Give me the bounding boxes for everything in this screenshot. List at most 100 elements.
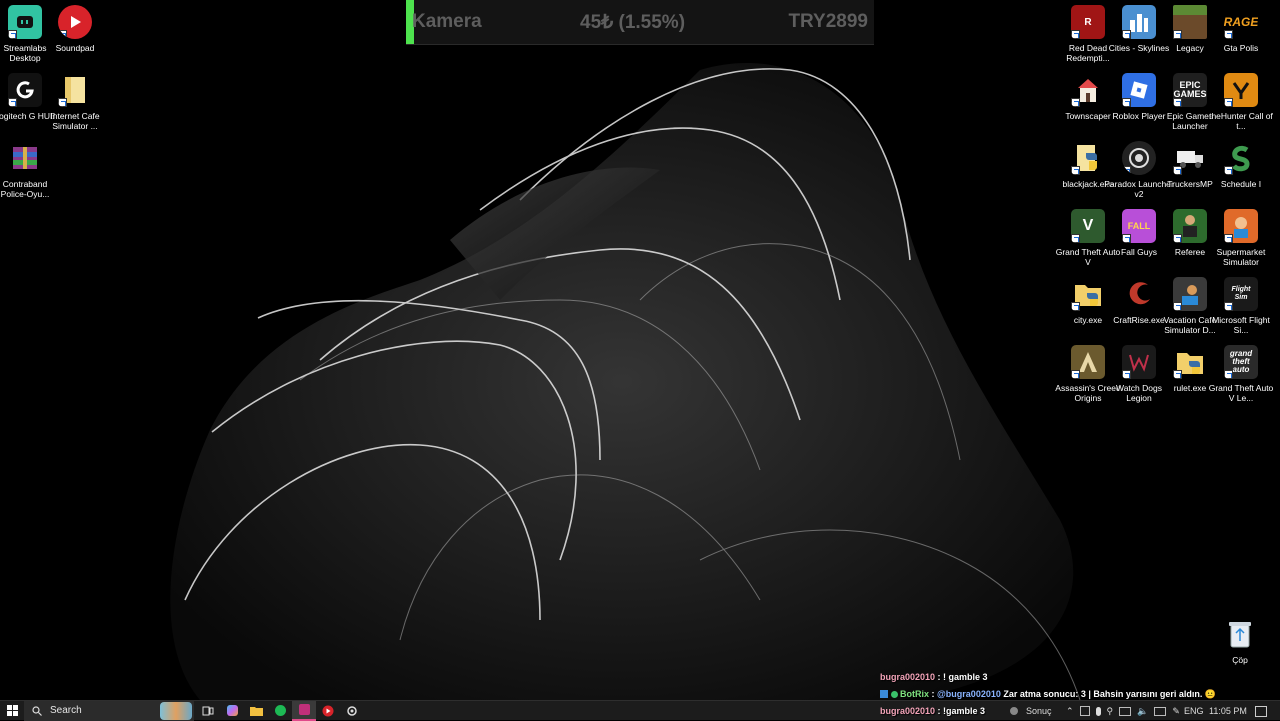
desktop-icon-label: Supermarket Simulator <box>1216 247 1266 267</box>
flightsim-icon: Flight Sim <box>1224 277 1258 311</box>
chat-line: BotRix : @bugra002010 Zar atma sonucu: 3… <box>880 689 1216 700</box>
hunter-icon <box>1224 73 1258 107</box>
python-folder-icon <box>1173 345 1207 379</box>
chat-message: Zar atma sonucu: 3 | Bahsin yarısını ger… <box>1000 689 1217 699</box>
app-icon <box>298 704 310 715</box>
aco-icon <box>1071 345 1105 379</box>
chat-username: BotRix <box>900 689 930 699</box>
stream-goal-overlay: Kamera 45₺ (1.55%) TRY2899 <box>406 0 874 45</box>
clock[interactable]: 11:05 PM <box>1209 701 1247 721</box>
search-icon <box>32 705 42 716</box>
desktop-icon-recycle-bin[interactable]: Çöp <box>1210 617 1270 665</box>
epic-icon: EPIC GAMES <box>1173 73 1207 107</box>
chat-line: bugra002010 : !gamble 3 <box>880 706 985 716</box>
desktop-icon-label: Schedule I <box>1220 179 1262 189</box>
microphone-icon[interactable] <box>1095 706 1101 716</box>
python-icon <box>1071 141 1105 175</box>
goal-target: TRY2899 <box>788 11 868 32</box>
weather-label: Sonuç <box>1026 706 1052 716</box>
bot-badge-icon <box>880 690 888 698</box>
desktop-icon-soundpad[interactable]: Soundpad <box>45 5 105 53</box>
townscaper-icon <box>1071 73 1105 107</box>
goal-amount: 45₺ (1.55%) <box>580 12 686 33</box>
clock-time: 11:05 PM <box>1209 706 1247 716</box>
soundpad-icon <box>58 5 92 39</box>
chat-message: : ! gamble 3 <box>935 672 988 682</box>
streamlabs-icon <box>8 5 42 39</box>
chat-line: bugra002010 : ! gamble 3 <box>880 672 988 682</box>
desktop-icon-label: Internet Cafe Simulator ... <box>50 111 100 131</box>
chat-username: bugra002010 <box>880 706 936 716</box>
taskbar-app-settings[interactable] <box>340 701 364 721</box>
schedule-icon <box>1224 141 1258 175</box>
volume-icon[interactable]: 🔈 <box>1137 706 1148 717</box>
rdr-icon: R <box>1071 5 1105 39</box>
desktop-icon-label: Microsoft Flight Si... <box>1212 315 1270 335</box>
watchdogs-icon <box>1122 345 1156 379</box>
taskbar-app-copilot[interactable] <box>220 701 244 721</box>
chevron-up-icon[interactable]: ⌃ <box>1066 706 1074 717</box>
language-label: ENG <box>1184 706 1204 716</box>
supermarket-icon <box>1224 209 1258 243</box>
fallguys-icon: FALL <box>1122 209 1156 243</box>
desktop-icon-gta-polis[interactable]: RAGE Gta Polis <box>1211 5 1271 53</box>
craftrise-icon <box>1122 277 1156 311</box>
soundpad-icon <box>322 705 334 716</box>
chat-username: bugra002010 <box>880 672 936 682</box>
taskbar-app-soundpad[interactable] <box>316 701 340 721</box>
search-highlight-icon <box>160 701 192 720</box>
recycle-bin-icon <box>1223 617 1257 651</box>
language-indicator[interactable]: ENG <box>1184 701 1204 721</box>
desktop-icon-internet-cafe[interactable]: Internet Cafe Simulator ... <box>45 73 105 131</box>
taskbar-app-spotify[interactable] <box>268 701 292 721</box>
verified-badge-icon <box>890 691 898 698</box>
gta5-icon: V <box>1071 209 1105 243</box>
roblox-icon <box>1122 73 1156 107</box>
desktop-icon-gta5-legacy[interactable]: grand theft auto Grand Theft Auto V Le... <box>1209 345 1273 403</box>
vacation-icon <box>1173 277 1207 311</box>
usb-icon[interactable]: ⚲ <box>1107 706 1114 717</box>
minecraft-icon <box>1173 5 1207 39</box>
logitech-icon <box>8 73 42 107</box>
folder-icon <box>58 73 92 107</box>
taskbar-app-active[interactable] <box>292 700 316 721</box>
desktop-icon-flight-sim[interactable]: Flight Sim Microsoft Flight Si... <box>1211 277 1271 335</box>
taskbar-search-box[interactable]: Search <box>24 700 194 721</box>
task-view-button[interactable] <box>196 701 220 721</box>
desktop-icon-contraband[interactable]: Contraband Police-Oyu... <box>0 141 55 199</box>
truck-icon <box>1173 141 1207 175</box>
folder-icon <box>249 706 263 716</box>
desktop-icon-label: Çöp <box>1232 655 1248 665</box>
system-tray: ⌃ ⚲ 🔈 ✎ <box>1066 701 1180 721</box>
taskbar-app-file-explorer[interactable] <box>244 701 268 721</box>
desktop-icon-label: Soundpad <box>55 43 95 53</box>
network-icon[interactable] <box>1154 706 1167 716</box>
windows-icon <box>6 705 18 716</box>
desktop-icon-thehunter[interactable]: theHunter Call of t... <box>1209 73 1273 131</box>
winrar-icon <box>8 141 42 175</box>
desktop-icon-schedule[interactable]: Schedule I <box>1211 141 1271 189</box>
spotify-icon <box>274 705 286 716</box>
weather-widget[interactable]: Sonuç <box>1010 701 1052 721</box>
taskbar: Search Sonuç ⌃ ⚲ 🔈 ✎ ENG 11:05 PM <box>0 700 1280 721</box>
task-view-icon <box>202 706 214 715</box>
chat-message: : !gamble 3 <box>935 706 986 716</box>
chat-mention: @bugra002010 <box>937 689 1001 699</box>
tray-app-icon[interactable] <box>1079 706 1090 716</box>
start-button[interactable] <box>0 701 24 721</box>
desktop-icon-label: Contraband Police-Oyu... <box>0 179 50 199</box>
desktop-icon-label: Gta Polis <box>1223 43 1259 53</box>
copilot-icon <box>226 705 238 716</box>
pen-icon[interactable]: ✎ <box>1172 706 1180 717</box>
rage-icon: RAGE <box>1224 5 1258 39</box>
desktop-icon-label: Grand Theft Auto V Le... <box>1208 383 1274 403</box>
gta5-legacy-icon: grand theft auto <box>1224 345 1258 379</box>
display-icon[interactable] <box>1119 706 1132 716</box>
desktop-icon-label: theHunter Call of t... <box>1209 111 1273 131</box>
desktop-icon-supermarket[interactable]: Supermarket Simulator <box>1211 209 1271 267</box>
python-folder-icon <box>1071 277 1105 311</box>
scene-label: Kamera <box>412 11 482 32</box>
notification-center-button[interactable] <box>1255 701 1267 721</box>
referee-icon <box>1173 209 1207 243</box>
paradox-icon <box>1122 141 1156 175</box>
